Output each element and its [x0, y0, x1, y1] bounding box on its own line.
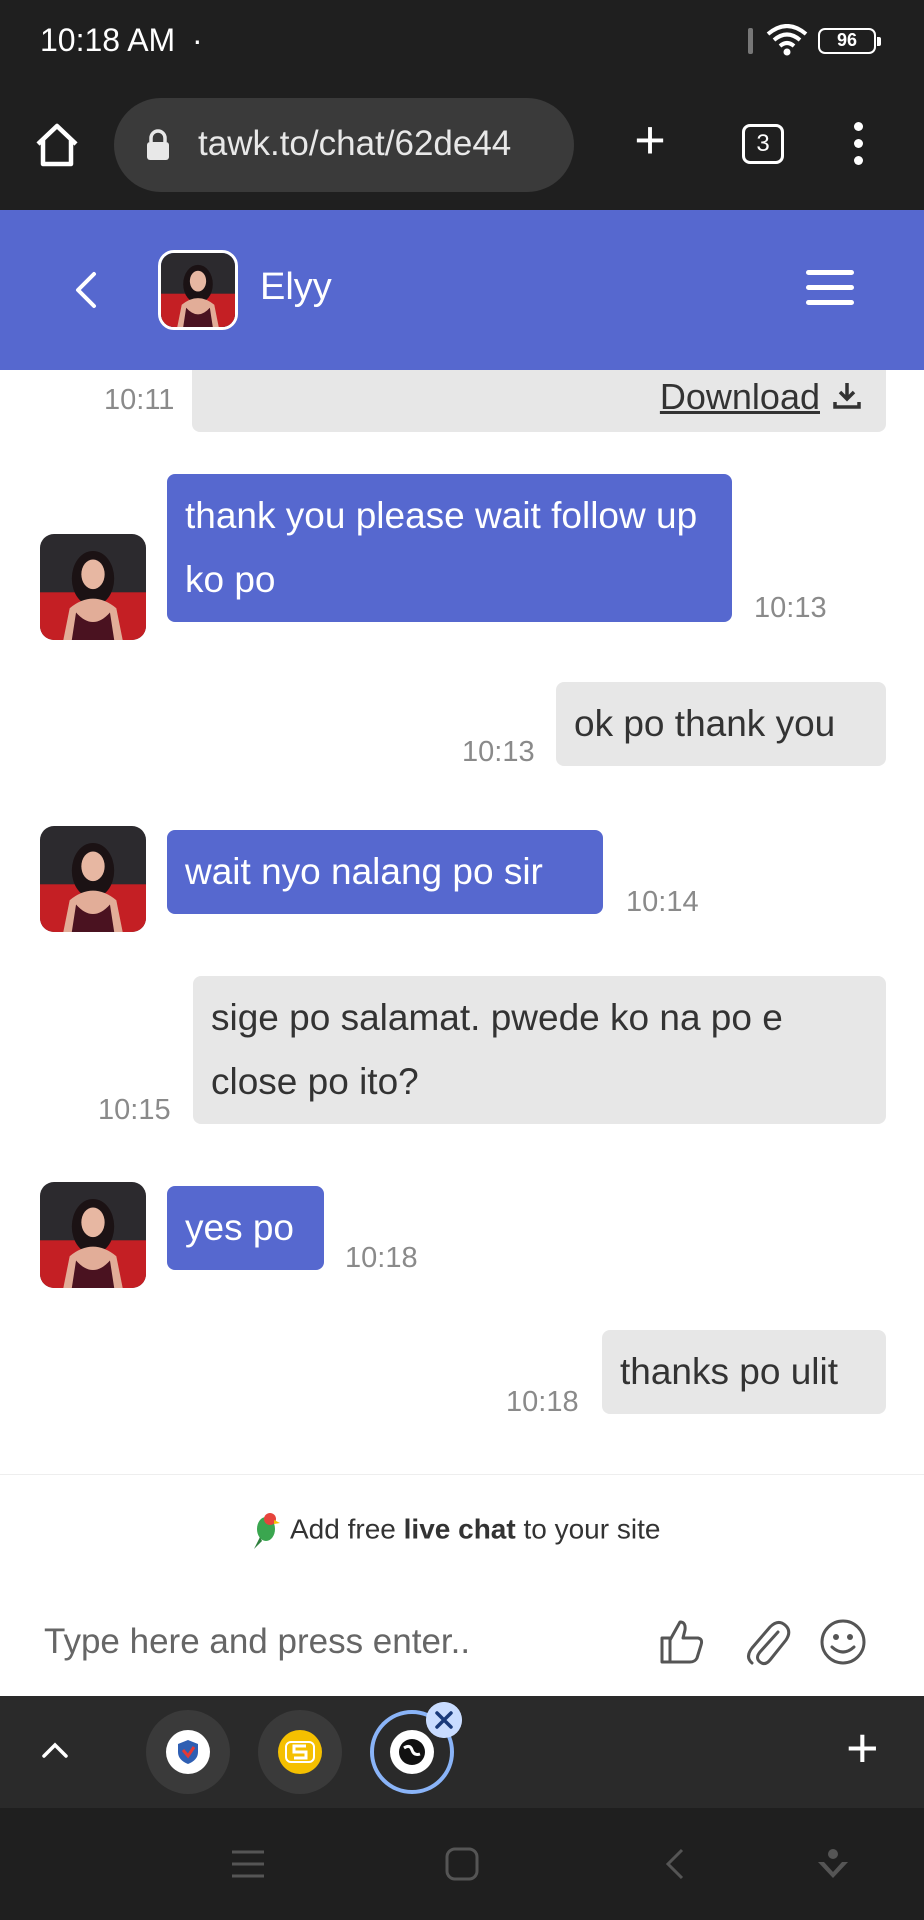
file-message-bubble: Download — [192, 370, 886, 432]
branding-bold: live chat — [403, 1513, 516, 1545]
message-time: 10:15 — [98, 1094, 171, 1126]
status-dot: · — [192, 22, 203, 58]
message-time: 10:18 — [506, 1386, 579, 1418]
branding-suffix: to your site — [515, 1513, 661, 1545]
chevron-up-icon[interactable] — [38, 1734, 72, 1768]
agent-avatar — [158, 250, 238, 330]
assistant-icon[interactable] — [814, 1846, 852, 1884]
message-list[interactable]: 10:11 Download thank you please wait fol… — [0, 370, 924, 1474]
message-time: 10:14 — [626, 886, 699, 918]
back-arrow-icon[interactable] — [66, 266, 106, 314]
agent-avatar — [40, 826, 146, 932]
signal-icon — [748, 28, 753, 54]
recents-menu-icon[interactable] — [228, 1846, 268, 1882]
message-text: thanks po ulit — [620, 1351, 839, 1392]
tab-favicon-1[interactable] — [146, 1710, 230, 1794]
message-time: 10:18 — [345, 1242, 418, 1274]
status-time: 10:18 AM — [40, 22, 176, 58]
message-text: thank you please wait follow up ko po — [185, 495, 698, 600]
message-text: wait nyo nalang po sir — [185, 851, 543, 892]
browser-toolbar: tawk.to/chat/62de44 + 3 — [0, 86, 924, 210]
message-time: 10:13 — [754, 592, 827, 624]
s-logo-icon — [285, 1741, 315, 1763]
system-nav-bar — [0, 1808, 924, 1920]
download-link[interactable]: Download — [660, 376, 820, 418]
visitor-message-bubble: ok po thank you — [556, 682, 886, 766]
message-text: yes po — [185, 1207, 295, 1248]
close-tab-icon[interactable] — [426, 1702, 462, 1738]
message-input[interactable] — [44, 1614, 604, 1670]
agent-message-bubble: thank you please wait follow up ko po — [167, 474, 732, 622]
branding-prefix: Add free — [290, 1513, 404, 1545]
branding-link[interactable]: Add free live chat to your site — [248, 1511, 660, 1551]
new-tab-button[interactable]: + — [628, 112, 672, 172]
visitor-message-bubble: thanks po ulit — [602, 1330, 886, 1414]
download-icon[interactable] — [832, 380, 862, 410]
paperclip-icon[interactable] — [742, 1616, 792, 1668]
address-bar[interactable]: tawk.to/chat/62de44 — [114, 98, 574, 192]
message-time: 10:11 — [104, 384, 175, 416]
tab-switcher-button[interactable]: 3 — [742, 124, 784, 164]
menu-icon[interactable] — [806, 270, 854, 310]
globe-icon — [399, 1739, 425, 1765]
status-bar: 10:18 AM · 96 — [0, 0, 924, 86]
home-square-icon[interactable] — [444, 1846, 480, 1882]
branding-footer[interactable]: Add free live chat to your site — [0, 1474, 924, 1586]
message-text: ok po thank you — [574, 703, 836, 744]
back-triangle-icon[interactable] — [660, 1846, 690, 1882]
agent-avatar — [40, 1182, 146, 1288]
message-time: 10:13 — [462, 736, 535, 768]
shield-favicon-icon — [178, 1740, 198, 1764]
more-menu-icon[interactable] — [852, 122, 864, 170]
battery-icon: 96 — [818, 28, 881, 54]
chat-header: Elyy — [0, 210, 924, 370]
message-composer — [0, 1586, 924, 1696]
battery-level: 96 — [836, 30, 858, 50]
agent-message-bubble: yes po — [167, 1186, 324, 1270]
agent-name: Elyy — [260, 266, 332, 308]
thumbs-up-icon[interactable] — [656, 1616, 708, 1668]
emoji-icon[interactable] — [818, 1616, 868, 1668]
tab-favicon-2[interactable] — [258, 1710, 342, 1794]
wifi-icon — [766, 24, 808, 56]
agent-message-bubble: wait nyo nalang po sir — [167, 830, 603, 914]
url-text: tawk.to/chat/62de44 — [198, 124, 512, 163]
visitor-message-bubble: sige po salamat. pwede ko na po e close … — [193, 976, 886, 1124]
add-tab-button[interactable]: + — [846, 1718, 879, 1778]
browser-tab-strip: + — [0, 1696, 924, 1808]
home-icon[interactable] — [32, 114, 82, 174]
agent-avatar — [40, 534, 146, 640]
lock-icon — [147, 129, 169, 160]
message-text: sige po salamat. pwede ko na po e close … — [211, 997, 783, 1102]
tawk-parrot-icon — [254, 1513, 280, 1549]
